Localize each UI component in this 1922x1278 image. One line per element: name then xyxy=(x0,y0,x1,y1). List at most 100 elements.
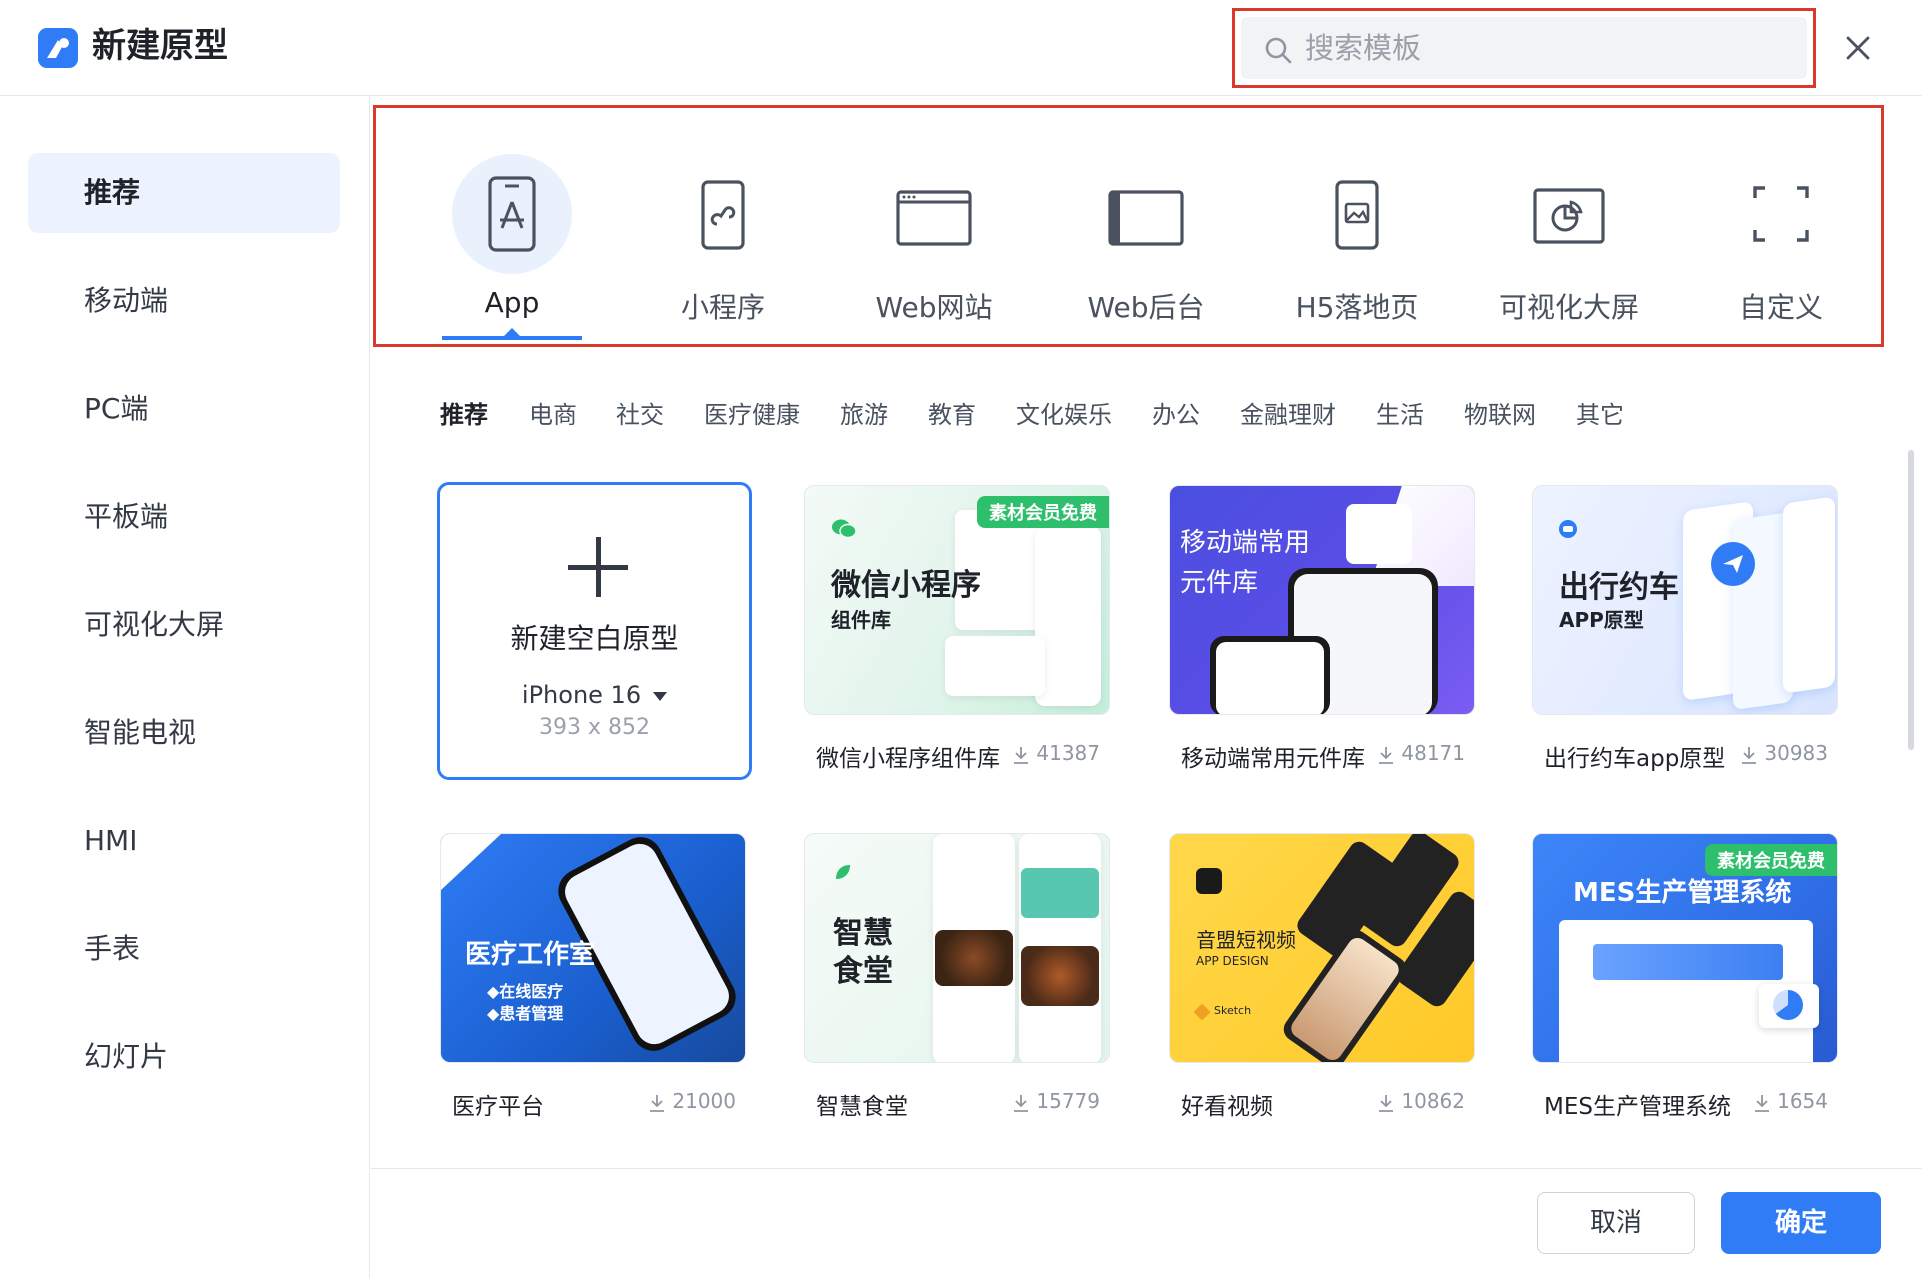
template-name: 好看视频 xyxy=(1181,1094,1273,1120)
download-icon xyxy=(1014,746,1029,764)
download-count: 30983 xyxy=(1764,741,1828,765)
template-downloads: 10862 xyxy=(1377,1089,1465,1113)
sidebar-item-pc[interactable]: PC端 xyxy=(28,369,340,449)
sidebar-item-recommend[interactable]: 推荐 xyxy=(28,153,340,233)
web-admin-icon xyxy=(1086,154,1206,274)
new-blank-title: 新建空白原型 xyxy=(510,622,679,655)
plus-icon xyxy=(568,537,628,597)
sidebar-item-dashboard[interactable]: 可视化大屏 xyxy=(28,585,340,665)
thumb-subtitle: APP原型 xyxy=(1559,608,1644,632)
car-icon xyxy=(1559,520,1577,538)
sidebar-item-watch[interactable]: 手表 xyxy=(28,909,340,989)
leaf-icon xyxy=(836,865,850,879)
type-label-mini-program: 小程序 xyxy=(680,291,765,324)
template-downloads: 48171 xyxy=(1377,741,1465,765)
category-education[interactable]: 教育 xyxy=(928,395,976,430)
thumb-subtitle: APP DESIGN xyxy=(1196,954,1269,968)
download-count: 41387 xyxy=(1036,741,1100,765)
type-label-web-site: Web网站 xyxy=(875,291,993,324)
type-dashboard[interactable]: 可视化大屏 xyxy=(1479,108,1659,344)
search-icon xyxy=(1265,37,1292,64)
category-ecommerce[interactable]: 电商 xyxy=(529,395,577,430)
sidebar-item-tablet[interactable]: 平板端 xyxy=(28,477,340,557)
search-highlight-box xyxy=(1232,8,1816,88)
send-icon xyxy=(1723,555,1743,573)
type-selector-highlight: App 小程序 Web网站 Web后台 H5落地页 可视化大屏 自定义 xyxy=(373,105,1884,347)
template-downloads: 41387 xyxy=(1012,741,1100,765)
category-entertainment[interactable]: 文化娱乐 xyxy=(1016,395,1112,430)
template-thumbnail: 医疗工作室 ◆在线医疗 ◆患者管理 xyxy=(440,833,746,1063)
template-thumbnail: 音盟短视频 APP DESIGN Sketch xyxy=(1169,833,1475,1063)
scrollbar[interactable] xyxy=(1908,450,1914,750)
thumb-title: 出行约车 xyxy=(1559,570,1679,605)
type-label-web-admin: Web后台 xyxy=(1087,291,1205,324)
custom-frame-icon xyxy=(1721,154,1841,274)
template-name: 智慧食堂 xyxy=(816,1094,908,1120)
search-field[interactable] xyxy=(1241,17,1807,79)
thumb-subtitle: ◆在线医疗 xyxy=(487,982,564,1001)
app-logo-icon xyxy=(38,28,78,68)
type-h5[interactable]: H5落地页 xyxy=(1267,108,1447,344)
category-iot[interactable]: 物联网 xyxy=(1464,395,1536,430)
template-name: 微信小程序组件库 xyxy=(816,746,1000,772)
mini-program-icon xyxy=(663,154,783,274)
download-count: 15779 xyxy=(1036,1089,1100,1113)
member-free-badge: 素材会员免费 xyxy=(1705,844,1837,876)
app-store-icon xyxy=(452,154,572,274)
type-label-custom: 自定义 xyxy=(1738,291,1823,324)
thumb-title: 微信小程序 xyxy=(831,568,981,603)
sidebar-item-hmi[interactable]: HMI xyxy=(28,801,340,881)
confirm-button[interactable]: 确定 xyxy=(1721,1192,1881,1254)
download-count: 48171 xyxy=(1401,741,1465,765)
thumb-subtitle: 食堂 xyxy=(833,954,893,989)
category-recommend[interactable]: 推荐 xyxy=(440,395,488,430)
template-name: 移动端常用元件库 xyxy=(1181,746,1365,772)
cancel-button[interactable]: 取消 xyxy=(1537,1192,1695,1254)
caret-down-icon xyxy=(653,691,668,701)
thumb-title: 医疗工作室 xyxy=(465,940,596,970)
member-free-badge: 素材会员免费 xyxy=(977,496,1109,528)
template-downloads: 1654 xyxy=(1753,1089,1828,1113)
download-count: 10862 xyxy=(1401,1089,1465,1113)
category-office[interactable]: 办公 xyxy=(1152,395,1200,430)
sketch-icon xyxy=(1193,1003,1211,1021)
search-input[interactable] xyxy=(1305,17,1785,79)
category-other[interactable]: 其它 xyxy=(1576,395,1624,430)
new-blank-prototype-card[interactable]: 新建空白原型 iPhone 16 393 x 852 xyxy=(437,482,752,780)
template-thumbnail: 智慧 食堂 xyxy=(804,833,1110,1063)
category-medical[interactable]: 医疗健康 xyxy=(704,395,800,430)
category-travel[interactable]: 旅游 xyxy=(840,395,888,430)
download-icon xyxy=(1014,1094,1029,1112)
type-web-site[interactable]: Web网站 xyxy=(844,108,1024,344)
dialog-title: 新建原型 xyxy=(92,26,228,66)
sidebar-item-slides[interactable]: 幻灯片 xyxy=(28,1017,340,1097)
type-web-admin[interactable]: Web后台 xyxy=(1056,108,1236,344)
thumb-subtitle: 组件库 xyxy=(831,608,891,632)
template-thumbnail: 微信小程序 组件库 素材会员免费 xyxy=(804,485,1110,715)
category-life[interactable]: 生活 xyxy=(1376,395,1424,430)
sidebar-item-smart-tv[interactable]: 智能电视 xyxy=(28,693,340,773)
template-thumbnail: 移动端常用 元件库 xyxy=(1169,485,1475,715)
template-name: MES生产管理系统 xyxy=(1544,1094,1731,1120)
category-finance[interactable]: 金融理财 xyxy=(1240,395,1336,430)
thumb-title: MES生产管理系统 xyxy=(1573,878,1792,908)
category-social[interactable]: 社交 xyxy=(616,395,664,430)
image-phone-icon xyxy=(1297,154,1417,274)
thumb-tool-label: Sketch xyxy=(1214,1004,1252,1017)
template-thumbnail: MES生产管理系统 素材会员免费 xyxy=(1532,833,1838,1063)
template-name: 医疗平台 xyxy=(452,1094,544,1120)
template-downloads: 15779 xyxy=(1012,1089,1100,1113)
device-size: 393 x 852 xyxy=(539,715,650,740)
sidebar-item-mobile[interactable]: 移动端 xyxy=(28,261,340,341)
thumb-subtitle-2: ◆患者管理 xyxy=(487,1004,564,1023)
device-select-label: iPhone 16 xyxy=(521,681,642,709)
device-select[interactable]: iPhone 16 xyxy=(440,681,749,709)
template-name: 出行约车app原型 xyxy=(1544,746,1726,772)
type-mini-program[interactable]: 小程序 xyxy=(633,108,813,344)
template-downloads: 21000 xyxy=(648,1089,736,1113)
type-app[interactable]: App xyxy=(422,108,602,344)
close-icon[interactable] xyxy=(1840,30,1876,66)
type-custom[interactable]: 自定义 xyxy=(1691,108,1871,344)
web-window-icon xyxy=(874,154,994,274)
type-active-caret xyxy=(504,328,520,336)
